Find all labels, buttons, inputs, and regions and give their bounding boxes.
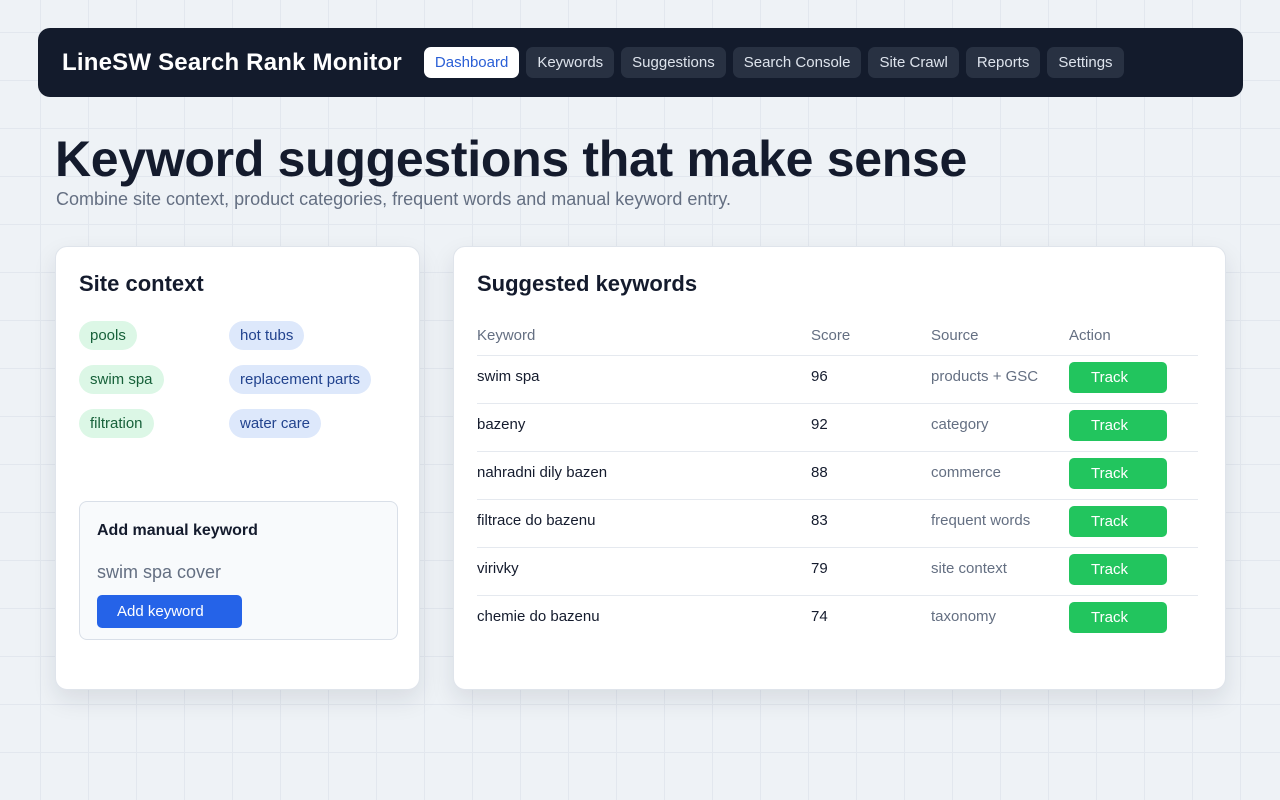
suggested-keywords-card: Suggested keywords Keyword Score Source … [453,246,1226,690]
action-cell: Track [1069,451,1198,500]
table-row: filtrace do bazenu 83 frequent words Tra… [477,499,1198,548]
source-cell: frequent words [931,499,1069,548]
action-cell: Track [1069,403,1198,452]
context-chip-water-care[interactable]: water care [229,409,322,438]
nav-tab-search-console[interactable]: Search Console [732,47,862,78]
table-header-row: Keyword Score Source Action [477,321,1198,356]
track-button[interactable]: Track [1069,361,1167,393]
action-cell: Track [1069,499,1198,548]
nav-tab-settings[interactable]: Settings [1047,47,1124,78]
suggested-keywords-table: Keyword Score Source Action swim spa 96 … [477,321,1198,643]
source-cell: taxonomy [931,607,997,625]
nav-tab-reports[interactable]: Reports [965,47,1041,78]
add-keyword-button[interactable]: Add keyword [97,595,242,628]
nav-tab-keywords[interactable]: Keywords [526,47,615,78]
source-cell: products + GSC [931,355,1069,404]
keyword-cell: chemie do bazenu [477,607,600,625]
context-chip-filtration[interactable]: filtration [79,409,154,438]
keyword-cell: bazeny [477,403,811,452]
table-row: virivky 79 site context Track [477,547,1198,596]
top-navigation-bar: LineSW Search Rank Monitor Dashboard Key… [38,28,1243,97]
track-button[interactable]: Track [1069,553,1167,585]
column-header-source[interactable]: Source [931,321,1069,356]
manual-keyword-title: Add manual keyword [97,522,258,539]
app-title: LineSW Search Rank Monitor [62,48,402,76]
context-chip-replacement-parts[interactable]: replacement parts [229,365,372,394]
context-chip-pools[interactable]: pools [79,321,137,350]
table-row: nahradni dily bazen 88 commerce Track [477,451,1198,500]
track-button[interactable]: Track [1069,457,1167,489]
keyword-cell: swim spa [477,355,811,404]
score-cell: 79 [811,547,931,596]
column-header-action: Action [1069,321,1198,356]
keyword-cell: filtrace do bazenu [477,499,811,548]
score-cell: 88 [811,451,931,500]
table-row: bazeny 92 category Track [477,403,1198,452]
page-subtitle: Combine site context, product categories… [56,189,732,209]
track-button[interactable]: Track [1069,505,1167,537]
context-chip-hot-tubs[interactable]: hot tubs [229,321,305,350]
site-context-title: Site context [79,271,204,296]
keyword-cell: virivky [477,547,811,596]
manual-keyword-panel: Add manual keyword Add keyword [79,501,398,640]
score-cell: 74 [811,607,828,625]
manual-keyword-input[interactable] [97,560,377,584]
site-context-card: Site context pools hot tubs swim spa rep… [55,246,420,690]
context-chip-list: pools hot tubs swim spa replacement part… [79,321,399,438]
page-title: Keyword suggestions that make sense [55,131,968,187]
source-cell: category [931,403,1069,452]
column-header-score[interactable]: Score [811,321,931,356]
context-chip-swim-spa[interactable]: swim spa [79,365,164,394]
action-cell: Track [1069,355,1198,404]
nav-tab-suggestions[interactable]: Suggestions [621,47,726,78]
source-cell: commerce [931,451,1069,500]
column-header-keyword[interactable]: Keyword [477,321,811,356]
score-cell: 92 [811,403,931,452]
table-row: chemie do bazenu 74 taxonomy Track [477,595,1198,643]
action-cell: Track [1069,595,1198,643]
nav-tab-site-crawl[interactable]: Site Crawl [868,47,959,78]
action-cell: Track [1069,547,1198,596]
main-nav: Dashboard Keywords Suggestions Search Co… [423,47,1124,78]
table-row: swim spa 96 products + GSC Track [477,355,1198,404]
nav-tab-dashboard[interactable]: Dashboard [423,47,520,78]
source-cell: site context [931,547,1069,596]
track-button[interactable]: Track [1069,601,1167,633]
score-cell: 96 [811,355,931,404]
track-button[interactable]: Track [1069,409,1167,441]
suggested-keywords-title: Suggested keywords [477,271,698,296]
score-cell: 83 [811,499,931,548]
keyword-cell: nahradni dily bazen [477,451,811,500]
